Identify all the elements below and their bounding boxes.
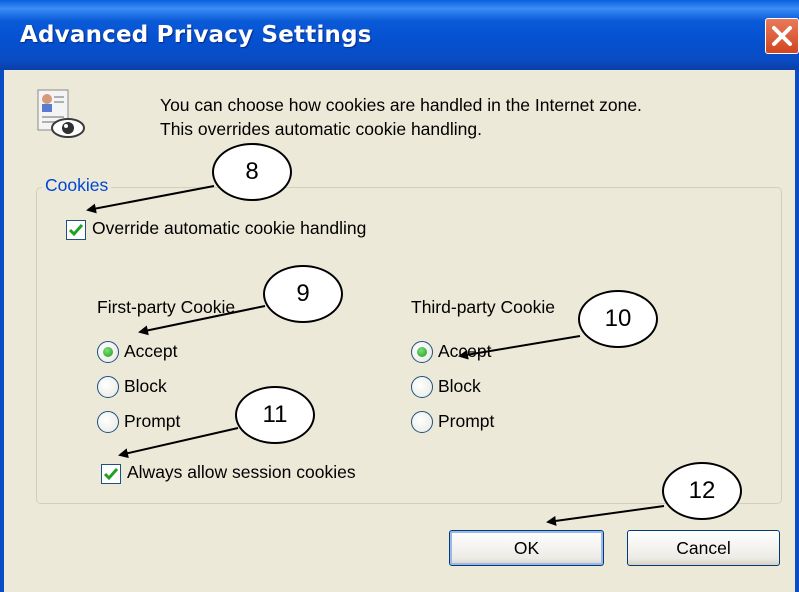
callout-12-arrow bbox=[546, 505, 665, 526]
callout-12: 12 bbox=[662, 462, 742, 520]
callout-8: 8 bbox=[212, 143, 292, 201]
callout-9: 9 bbox=[263, 265, 343, 323]
advanced-privacy-settings-dialog: Advanced Privacy Settings You can choose… bbox=[0, 0, 799, 592]
callout-9-arrow bbox=[138, 305, 266, 336]
callout-11-arrow bbox=[118, 427, 239, 459]
callout-8-arrow bbox=[86, 185, 215, 214]
callout-11: 11 bbox=[235, 386, 315, 444]
callout-10-arrow bbox=[458, 335, 581, 360]
callout-10: 10 bbox=[578, 290, 658, 348]
